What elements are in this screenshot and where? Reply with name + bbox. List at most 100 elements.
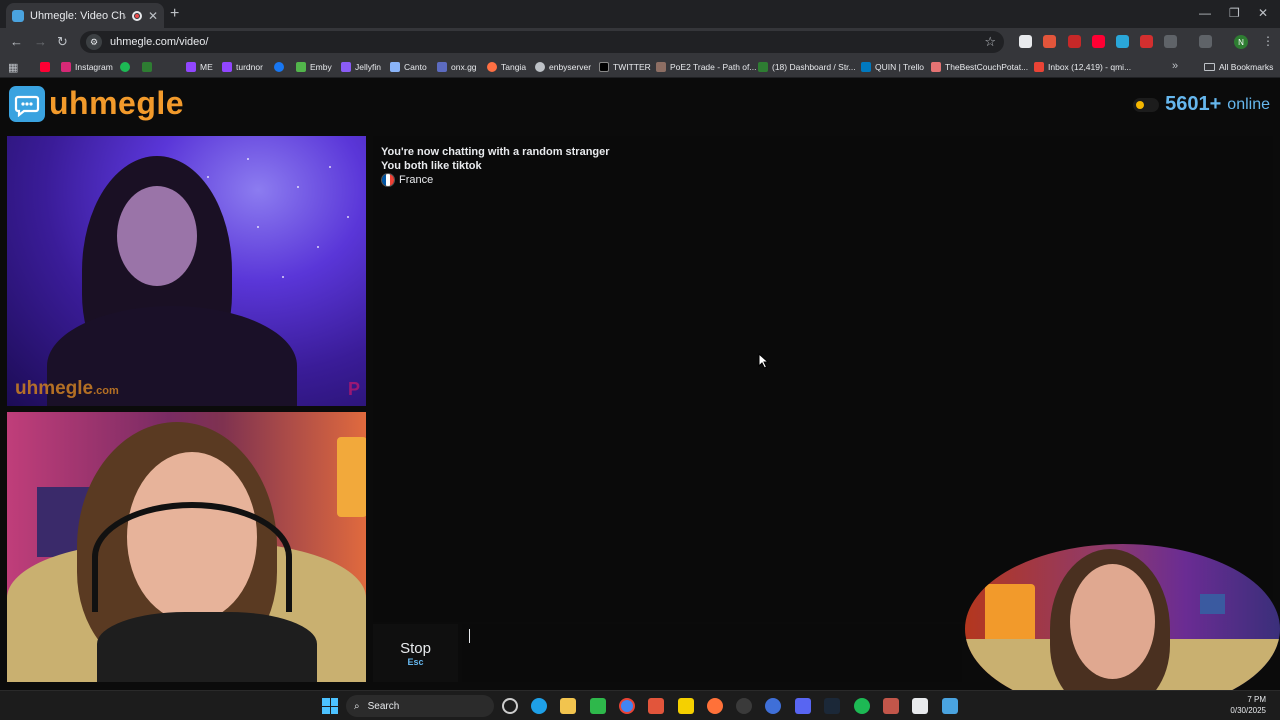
- discord-icon[interactable]: [795, 698, 811, 714]
- bookmark-youtube[interactable]: [40, 59, 54, 75]
- bookmark-trello[interactable]: QUIN | Trello: [861, 59, 924, 75]
- lamp-shade: [337, 437, 366, 517]
- tab-strip: Uhmegle: Video Chat | Ran ✕ + — ❐ ✕: [0, 0, 1280, 28]
- taskbar-search[interactable]: ⌕ Search: [346, 695, 494, 717]
- play-icon[interactable]: [590, 698, 606, 714]
- steam-icon[interactable]: [824, 698, 840, 714]
- stranger-face: [117, 186, 197, 286]
- menu-kebab-icon[interactable]: ⋮: [1262, 34, 1274, 48]
- bookmarks-bar: ▦ Instagram ME turdnor Emby Jellyfin Can…: [0, 56, 1280, 78]
- globe-icon: [535, 62, 545, 72]
- emby-icon: [296, 62, 306, 72]
- recording-indicator-icon: [131, 10, 142, 21]
- app-white-icon[interactable]: [912, 698, 928, 714]
- edge-icon[interactable]: [531, 698, 547, 714]
- text-caret: [469, 629, 470, 643]
- extension-red-icon[interactable]: [1068, 35, 1081, 48]
- p-watermark: P: [347, 379, 360, 399]
- app-orange-icon[interactable]: [648, 698, 664, 714]
- close-tab-icon[interactable]: ✕: [148, 9, 158, 23]
- bookmark-gmail[interactable]: Inbox (12,419) - qmi...: [1034, 59, 1131, 75]
- self-video: [7, 412, 366, 682]
- bookmark-jellyfin[interactable]: Jellyfin: [341, 59, 381, 75]
- bookmark-emby[interactable]: Emby: [296, 59, 332, 75]
- uhmegle-favicon-icon: [12, 9, 24, 22]
- spotify-icon[interactable]: [854, 698, 870, 714]
- all-bookmarks[interactable]: All Bookmarks: [1204, 59, 1273, 75]
- obs-icon[interactable]: [736, 698, 752, 714]
- bookmark-enbyserver[interactable]: enbyserver: [535, 59, 591, 75]
- apps-grid-icon[interactable]: ▦: [8, 61, 18, 74]
- chrome-icon[interactable]: [619, 698, 635, 714]
- stop-label: Stop: [400, 639, 431, 657]
- twitch-icon: [222, 62, 232, 72]
- bookmark-instagram[interactable]: Instagram: [61, 59, 113, 75]
- notepad-icon[interactable]: [942, 698, 958, 714]
- site-logo[interactable]: uhmegle: [9, 85, 184, 122]
- reload-icon[interactable]: ↻: [57, 34, 68, 50]
- webcam-preview-overlay: [965, 544, 1280, 714]
- chat-shared-interest: You both like tiktok: [381, 160, 482, 172]
- more-bookmarks-icon[interactable]: »: [1172, 60, 1178, 72]
- bookmark-tangia[interactable]: Tangia: [487, 59, 526, 75]
- trello-icon: [861, 62, 871, 72]
- bookmark-onx[interactable]: onx.gg: [437, 59, 477, 75]
- close-window-icon[interactable]: ✕: [1258, 6, 1268, 20]
- restore-icon[interactable]: ❐: [1229, 6, 1240, 20]
- bookmark-twitter[interactable]: TWITTER: [599, 59, 651, 75]
- self-shirt: [97, 612, 317, 682]
- mouse-pointer-icon: [758, 353, 770, 369]
- copilot-icon[interactable]: [502, 698, 518, 714]
- bookmark-poe2[interactable]: PoE2 Trade - Path of...: [656, 59, 756, 75]
- bookmark-star-icon[interactable]: ☆: [984, 34, 996, 50]
- extensions-puzzle-icon[interactable]: [1164, 35, 1177, 48]
- x-icon: [599, 62, 609, 72]
- extension-k-icon[interactable]: [1019, 35, 1032, 48]
- side-panel-icon[interactable]: [1199, 35, 1212, 48]
- system-clock[interactable]: 7 PM 0/30/2025: [1230, 694, 1266, 716]
- chat-bubble-icon: [9, 85, 45, 122]
- extension-youtube-icon[interactable]: [1092, 35, 1105, 48]
- stop-button[interactable]: Stop Esc: [373, 624, 458, 682]
- bookmark-couchpotato[interactable]: TheBestCouchPotat...: [931, 59, 1028, 75]
- profile-avatar[interactable]: N: [1234, 35, 1248, 49]
- bookmark-canto[interactable]: Canto: [390, 59, 427, 75]
- file-explorer-icon[interactable]: [560, 698, 576, 714]
- back-icon[interactable]: ←: [10, 34, 23, 49]
- address-bar[interactable]: ⚙ uhmegle.com/video/ ☆: [80, 31, 1004, 53]
- stranger-video: uhmegle.com P: [7, 136, 366, 406]
- forward-icon[interactable]: →: [34, 34, 47, 49]
- bookmark-turdnor[interactable]: turdnor: [222, 59, 263, 75]
- theme-toggle[interactable]: [1133, 97, 1160, 112]
- new-tab-icon[interactable]: +: [170, 5, 179, 23]
- app-red-icon[interactable]: [883, 698, 899, 714]
- chat-country: France: [381, 173, 433, 187]
- message-input[interactable]: [462, 624, 962, 682]
- firefox-icon[interactable]: [707, 698, 723, 714]
- app-blue-icon[interactable]: [765, 698, 781, 714]
- search-icon: ⌕: [354, 700, 360, 712]
- preview-face: [1070, 564, 1155, 679]
- extension-bolt-icon[interactable]: [1116, 35, 1129, 48]
- bookmark-dashboard[interactable]: (18) Dashboard / Str...: [758, 59, 856, 75]
- bookmark-chat[interactable]: [142, 59, 156, 75]
- active-tab[interactable]: Uhmegle: Video Chat | Ran ✕: [6, 3, 164, 28]
- browser-toolbar: ← → ↻ ⚙ uhmegle.com/video/ ☆ N ⋮: [0, 28, 1280, 56]
- extension-fox-icon[interactable]: [1043, 35, 1056, 48]
- windows-start-icon[interactable]: [322, 698, 338, 714]
- bookmark-me[interactable]: ME: [186, 59, 213, 75]
- bookmark-spotify[interactable]: [120, 59, 134, 75]
- site-info-icon[interactable]: ⚙: [86, 34, 102, 50]
- sticky-notes-icon[interactable]: [678, 698, 694, 714]
- tangia-icon: [487, 62, 497, 72]
- couch-icon: [931, 62, 941, 72]
- stop-shortcut: Esc: [407, 656, 424, 667]
- logo-text: uhmegle: [49, 85, 185, 121]
- extension-shield-icon[interactable]: [1140, 35, 1153, 48]
- uhmegle-page: uhmegle 5601+ online uhmegle.com P You'r…: [0, 79, 1280, 714]
- folder-icon: [1204, 63, 1215, 71]
- spotify-icon: [120, 62, 130, 72]
- minimize-icon[interactable]: —: [1199, 6, 1211, 20]
- bookmark-facebook[interactable]: [274, 59, 288, 75]
- tab-title: Uhmegle: Video Chat | Ran: [30, 9, 126, 22]
